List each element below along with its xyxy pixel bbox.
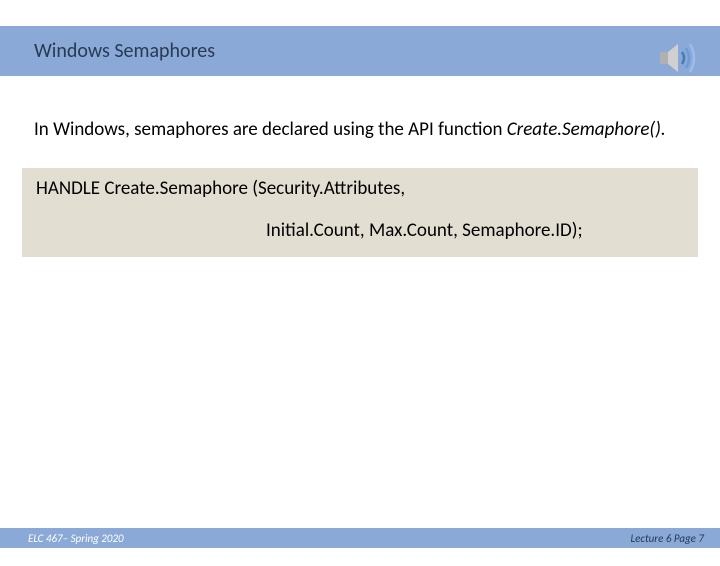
- code-line-2: Initial.Count, Max.Count, Semaphore.ID);: [36, 216, 684, 246]
- slide-header: Windows Semaphores: [0, 26, 720, 76]
- audio-speaker-icon: [652, 34, 700, 82]
- code-line-1: HANDLE Create.Semaphore (Security.Attrib…: [36, 176, 684, 203]
- slide-footer: ELC 467– Spring 2020 Lecture 6 Page 7: [0, 528, 720, 548]
- footer-course-info: ELC 467– Spring 2020: [28, 532, 124, 545]
- slide-title: Windows Semaphores: [34, 39, 215, 63]
- code-block: HANDLE Create.Semaphore (Security.Attrib…: [22, 168, 698, 257]
- intro-paragraph: In Windows, semaphores are declared usin…: [34, 118, 686, 142]
- intro-text-prefix: In Windows, semaphores are declared usin…: [34, 118, 507, 141]
- footer-page-info: Lecture 6 Page 7: [631, 532, 704, 545]
- slide-content: In Windows, semaphores are declared usin…: [0, 76, 720, 142]
- intro-text-italic: Create.Semaphore().: [507, 118, 666, 141]
